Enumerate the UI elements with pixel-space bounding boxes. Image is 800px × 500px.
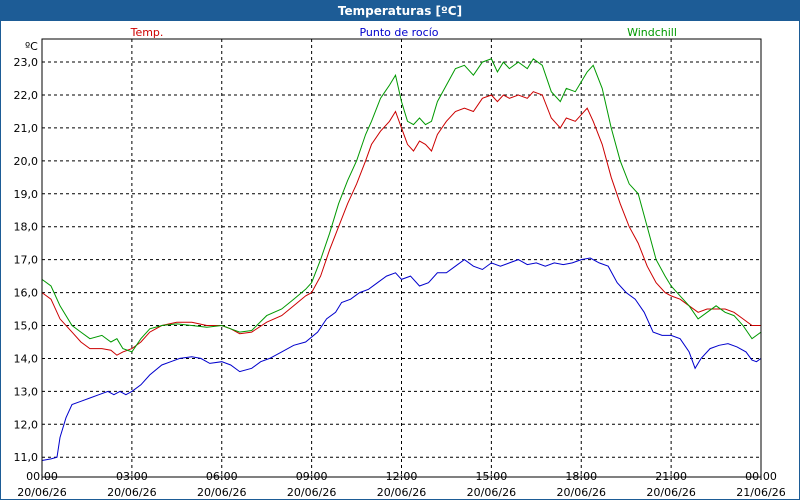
x-tick-date: 20/06/26 <box>557 486 606 499</box>
x-tick-time: 15:00 <box>476 470 508 483</box>
x-tick-time: 12:00 <box>386 470 418 483</box>
x-tick-time: 06:00 <box>206 470 238 483</box>
x-tick-date: 20/06/26 <box>107 486 156 499</box>
x-tick-time: 03:00 <box>116 470 148 483</box>
legend: Temp. Punto de rocío Windchill <box>130 26 677 39</box>
y-tick-label: 17,0 <box>14 254 39 267</box>
x-tick-date: 20/06/26 <box>197 486 246 499</box>
y-tick-label: 11,0 <box>14 451 39 464</box>
x-tick-labels: 00:00 20/06/26 03:00 20/06/26 06:00 20/06/26 0… <box>17 470 785 499</box>
y-tick-label: 18,0 <box>14 221 39 234</box>
x-tick-time: 00:00 <box>26 470 58 483</box>
x-tick-time: 09:00 <box>296 470 328 483</box>
x-tick-date: 20/06/26 <box>377 486 426 499</box>
x-tick-time: 18:00 <box>565 470 597 483</box>
grid <box>41 39 762 480</box>
y-tick-label: 12,0 <box>14 418 39 431</box>
y-tick-label: 22,0 <box>14 89 39 102</box>
y-axis-unit: ºC <box>25 40 38 53</box>
chart-window: Temperaturas [ºC] 11,0 12,0 13,0 14,0 15,0 16… <box>0 0 800 500</box>
temperature-chart: 11,0 12,0 13,0 14,0 15,0 16,0 17,0 18,0 19,0 20,0… <box>14 26 786 499</box>
legend-label-0: Temp. <box>130 26 164 39</box>
y-tick-label: 20,0 <box>14 155 39 168</box>
y-tick-label: 13,0 <box>14 385 39 398</box>
window-title: Temperaturas [ºC] <box>1 1 799 21</box>
x-tick-date: 21/06/26 <box>736 486 785 499</box>
legend-label-1: Punto de rocío <box>359 26 438 39</box>
x-tick-time: 21:00 <box>655 470 687 483</box>
y-tick-label: 21,0 <box>14 122 39 135</box>
y-tick-label: 16,0 <box>14 287 39 300</box>
x-tick-date: 20/06/26 <box>467 486 516 499</box>
y-tick-label: 14,0 <box>14 352 39 365</box>
series-line-2 <box>41 58 762 353</box>
x-tick-date: 20/06/26 <box>17 486 66 499</box>
x-tick-date: 20/06/26 <box>287 486 336 499</box>
y-tick-label: 15,0 <box>14 320 39 333</box>
x-tick-time: 00:00 <box>745 470 777 483</box>
y-tick-label: 19,0 <box>14 188 39 201</box>
y-tick-label: 23,0 <box>14 56 39 69</box>
x-tick-date: 20/06/26 <box>646 486 695 499</box>
legend-label-2: Windchill <box>627 26 677 39</box>
y-tick-labels: 11,0 12,0 13,0 14,0 15,0 16,0 17,0 18,0 19,0 20,0… <box>14 56 39 464</box>
